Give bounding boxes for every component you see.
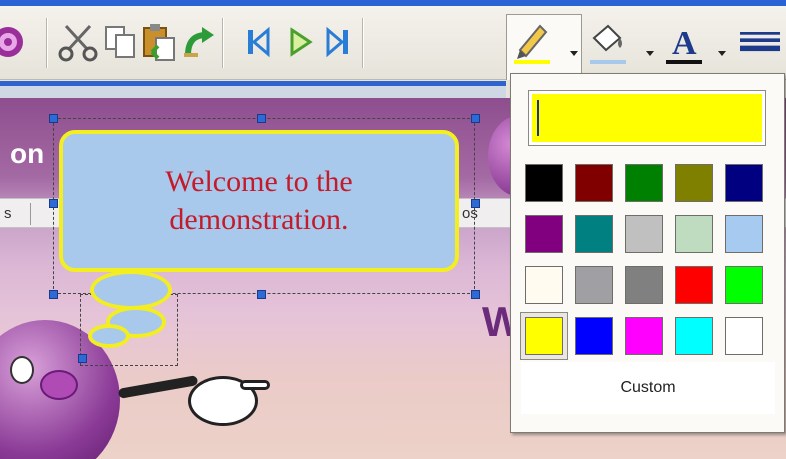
chevron-down-icon[interactable] [718,44,726,56]
resize-handle[interactable] [49,199,58,208]
callout-text[interactable]: Welcome to the demonstration. [165,163,353,239]
resize-handle[interactable] [257,114,266,123]
color-swatch[interactable] [625,164,663,202]
color-swatch[interactable] [725,317,763,355]
color-swatch[interactable] [675,164,713,202]
character-finger [240,380,270,390]
undo-icon[interactable] [180,20,220,64]
slide-nav-text-left: s [4,205,12,222]
toolbar-separator [222,18,224,68]
current-color-preview [532,94,762,142]
color-swatch[interactable] [675,317,713,355]
color-swatch[interactable] [675,266,713,304]
chevron-down-icon[interactable] [570,44,578,56]
ruler [0,86,506,98]
current-color-box[interactable] [528,90,766,146]
character-arm [117,375,199,399]
first-slide-icon[interactable] [238,20,278,64]
font-color-icon[interactable]: A [664,20,704,64]
resize-handle[interactable] [471,290,480,299]
svg-text:A: A [672,25,697,62]
callout-tail-puff [88,324,130,348]
color-swatch[interactable] [625,266,663,304]
toolbar-separator [362,18,364,68]
callout-tail-puff [90,270,172,310]
color-swatch[interactable] [725,266,763,304]
play-icon[interactable] [280,20,320,64]
slide-partial-title: on [10,138,45,169]
copy-icon[interactable] [100,20,140,64]
color-swatch[interactable] [525,164,563,202]
resize-handle[interactable] [471,114,480,123]
resize-handle[interactable] [257,290,266,299]
record-icon[interactable] [0,20,32,64]
color-swatch[interactable] [575,317,613,355]
resize-handle[interactable] [49,290,58,299]
character-eye [10,356,34,384]
chevron-down-icon[interactable] [646,44,654,56]
fill-color-icon[interactable] [588,20,628,64]
color-swatch[interactable] [525,317,563,355]
last-slide-icon[interactable] [318,20,358,64]
color-swatch[interactable] [625,215,663,253]
character-nose [40,370,78,400]
color-swatch[interactable] [725,215,763,253]
text-caret [537,100,539,136]
toolbar-separator [46,18,48,68]
line-style-icon[interactable] [740,20,780,64]
line-color-icon[interactable] [512,20,552,64]
color-swatch[interactable] [675,215,713,253]
color-swatch[interactable] [575,215,613,253]
resize-handle[interactable] [49,114,58,123]
color-swatch[interactable] [575,164,613,202]
color-swatch[interactable] [575,266,613,304]
cut-icon[interactable] [58,20,98,64]
color-picker-popup: Custom [510,73,785,433]
tail-handle[interactable] [78,354,87,363]
color-swatch[interactable] [725,164,763,202]
color-swatch[interactable] [525,266,563,304]
callout-line-2: demonstration. [169,203,349,236]
toolbar: A [0,6,786,80]
color-swatch[interactable] [525,215,563,253]
custom-color-button[interactable]: Custom [521,362,775,414]
color-swatch[interactable] [625,317,663,355]
paste-icon[interactable] [140,20,180,64]
callout-bubble[interactable]: Welcome to the demonstration. [59,130,459,272]
nav-divider [30,203,31,225]
callout-line-1: Welcome to the [165,165,353,198]
resize-handle[interactable] [471,199,480,208]
